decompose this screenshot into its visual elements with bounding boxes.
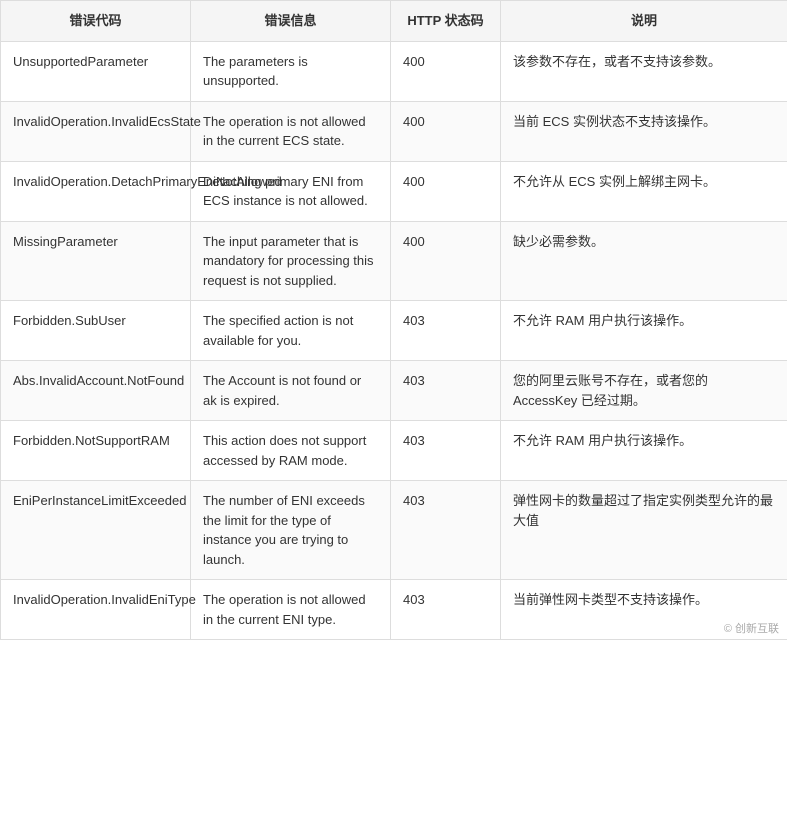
table-row: InvalidOperation.DetachPrimaryEniNotAllo… bbox=[1, 161, 787, 221]
cell-code: Abs.InvalidAccount.NotFound bbox=[1, 361, 191, 421]
cell-code: UnsupportedParameter bbox=[1, 41, 191, 101]
watermark: © 创新互联 bbox=[724, 620, 779, 636]
cell-message: The operation is not allowed in the curr… bbox=[191, 580, 391, 640]
cell-description: 不允许从 ECS 实例上解绑主网卡。 bbox=[501, 161, 787, 221]
cell-code: EniPerInstanceLimitExceeded bbox=[1, 481, 191, 580]
cell-description: 您的阿里云账号不存在，或者您的 AccessKey 已经过期。 bbox=[501, 361, 787, 421]
cell-http: 400 bbox=[391, 221, 501, 301]
table-row: EniPerInstanceLimitExceededThe number of… bbox=[1, 481, 787, 580]
cell-http: 403 bbox=[391, 421, 501, 481]
table-row: InvalidOperation.InvalidEniTypeThe opera… bbox=[1, 580, 787, 640]
cell-http: 400 bbox=[391, 101, 501, 161]
cell-http: 403 bbox=[391, 361, 501, 421]
header-http: HTTP 状态码 bbox=[391, 1, 501, 42]
header-description: 说明 bbox=[501, 1, 787, 42]
table-row: UnsupportedParameterThe parameters is un… bbox=[1, 41, 787, 101]
header-message: 错误信息 bbox=[191, 1, 391, 42]
cell-message: The Account is not found or ak is expire… bbox=[191, 361, 391, 421]
cell-description: 不允许 RAM 用户执行该操作。 bbox=[501, 421, 787, 481]
table-row: MissingParameterThe input parameter that… bbox=[1, 221, 787, 301]
cell-code: Forbidden.NotSupportRAM bbox=[1, 421, 191, 481]
table-row: Abs.InvalidAccount.NotFoundThe Account i… bbox=[1, 361, 787, 421]
cell-description: 不允许 RAM 用户执行该操作。 bbox=[501, 301, 787, 361]
cell-http: 403 bbox=[391, 580, 501, 640]
cell-http: 403 bbox=[391, 301, 501, 361]
cell-code: InvalidOperation.InvalidEniType bbox=[1, 580, 191, 640]
cell-http: 403 bbox=[391, 481, 501, 580]
cell-description: 该参数不存在，或者不支持该参数。 bbox=[501, 41, 787, 101]
cell-code: InvalidOperation.InvalidEcsState bbox=[1, 101, 191, 161]
table-row: Forbidden.SubUserThe specified action is… bbox=[1, 301, 787, 361]
cell-message: The specified action is not available fo… bbox=[191, 301, 391, 361]
cell-description: 缺少必需参数。 bbox=[501, 221, 787, 301]
cell-message: The parameters is unsupported. bbox=[191, 41, 391, 101]
cell-message: The operation is not allowed in the curr… bbox=[191, 101, 391, 161]
header-code: 错误代码 bbox=[1, 1, 191, 42]
cell-code: Forbidden.SubUser bbox=[1, 301, 191, 361]
table-row: InvalidOperation.InvalidEcsStateThe oper… bbox=[1, 101, 787, 161]
cell-message: The number of ENI exceeds the limit for … bbox=[191, 481, 391, 580]
cell-description: 当前 ECS 实例状态不支持该操作。 bbox=[501, 101, 787, 161]
cell-description: 弹性网卡的数量超过了指定实例类型允许的最大值 bbox=[501, 481, 787, 580]
cell-code: MissingParameter bbox=[1, 221, 191, 301]
cell-message: The input parameter that is mandatory fo… bbox=[191, 221, 391, 301]
cell-http: 400 bbox=[391, 41, 501, 101]
cell-message: Detaching primary ENI from ECS instance … bbox=[191, 161, 391, 221]
cell-http: 400 bbox=[391, 161, 501, 221]
cell-code: InvalidOperation.DetachPrimaryEniNotAllo… bbox=[1, 161, 191, 221]
cell-message: This action does not support accessed by… bbox=[191, 421, 391, 481]
table-row: Forbidden.NotSupportRAMThis action does … bbox=[1, 421, 787, 481]
